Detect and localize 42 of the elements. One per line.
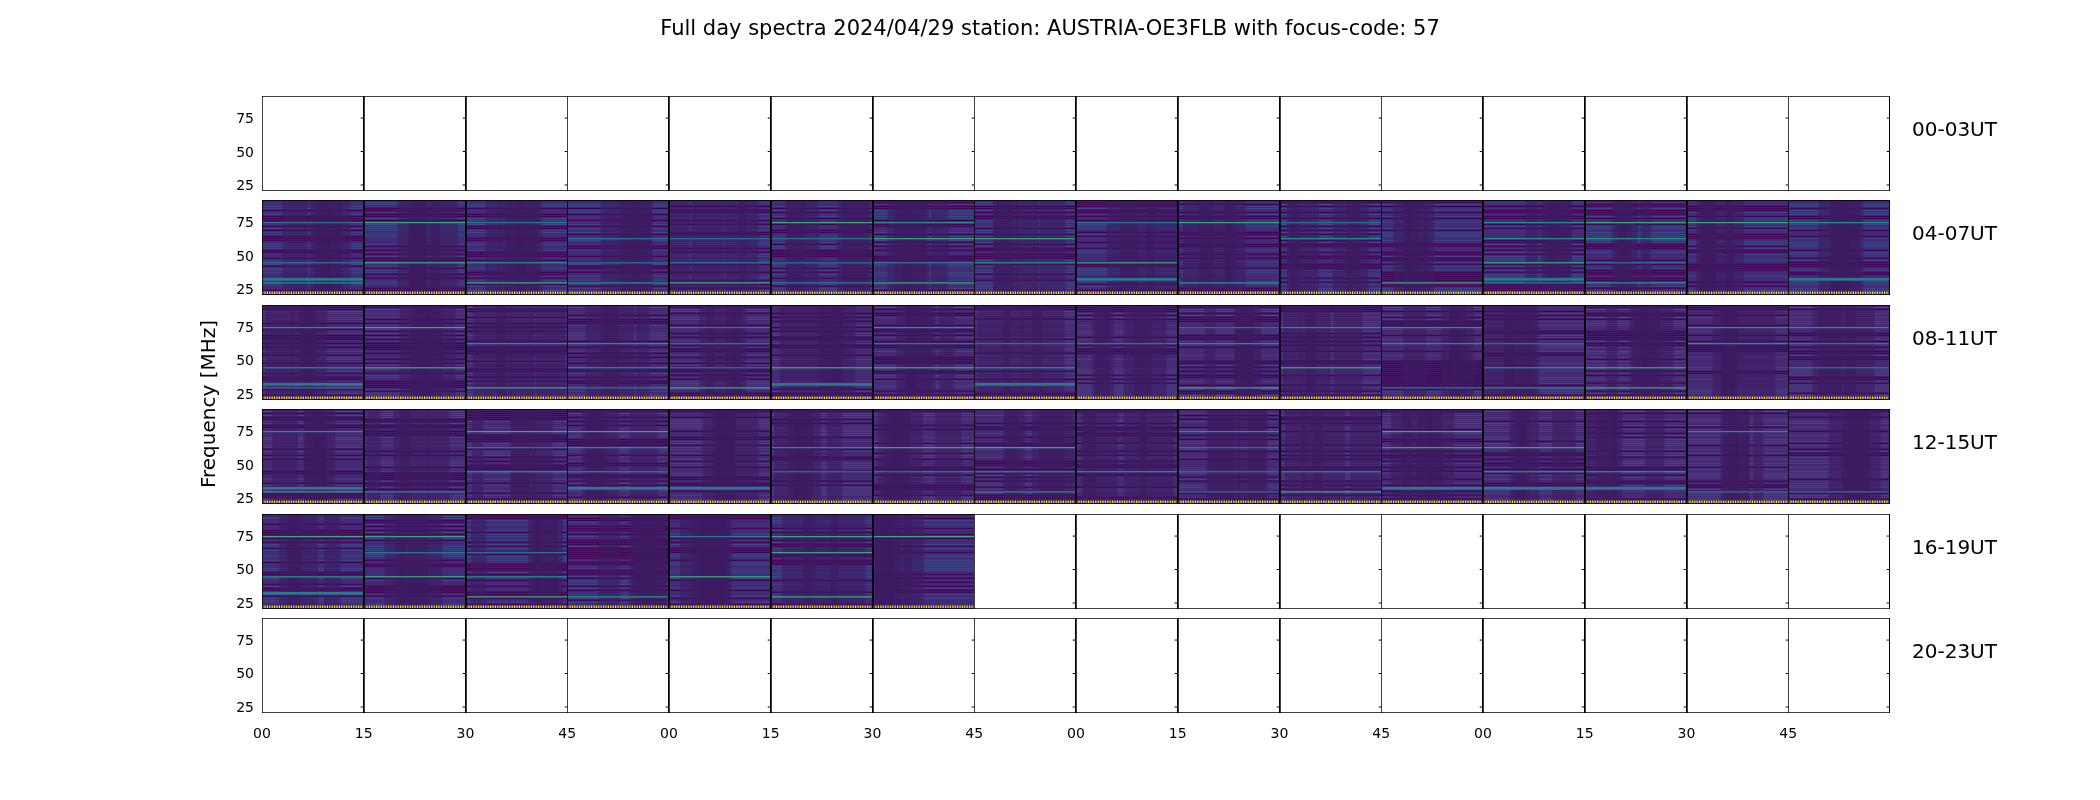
axis-tick-label: 45 bbox=[1779, 726, 1798, 741]
axis-tick-label: 00 bbox=[253, 726, 271, 741]
axis-tick-label: 75 bbox=[236, 215, 254, 230]
row-label: 04-07UT bbox=[1912, 221, 1997, 246]
axis-tick-label: 75 bbox=[236, 111, 254, 126]
axis-tick-label: 25 bbox=[236, 595, 254, 610]
axis-tick-label: 25 bbox=[236, 491, 254, 506]
row-label: 16-19UT bbox=[1912, 534, 1997, 559]
axis-tick-label: 75 bbox=[236, 424, 254, 439]
axis-tick-label: 30 bbox=[1677, 726, 1696, 741]
axis-tick-label: 50 bbox=[236, 666, 254, 681]
axis-tick-label: 75 bbox=[236, 528, 254, 543]
axis-label: Frequency [MHz] bbox=[195, 320, 221, 489]
axis-tick-label: 15 bbox=[354, 726, 373, 741]
axis-tick-label: 50 bbox=[236, 144, 254, 159]
axis-tick-label: 15 bbox=[761, 726, 780, 741]
row-label: 20-23UT bbox=[1912, 638, 1997, 663]
axis-tick-label: 75 bbox=[236, 319, 254, 334]
axis-tick-label: 30 bbox=[863, 726, 882, 741]
axis-tick-label: 50 bbox=[236, 248, 254, 263]
axis-tick-label: 15 bbox=[1168, 726, 1187, 741]
row-label: 08-11UT bbox=[1912, 325, 1997, 350]
axis-tick-label: 25 bbox=[236, 282, 254, 297]
axis-tick-label: 45 bbox=[965, 726, 984, 741]
axis-tick-label: 30 bbox=[456, 726, 475, 741]
axis-tick-label: 45 bbox=[1372, 726, 1391, 741]
chart-title: Full day spectra 2024/04/29 station: AUSTRIA-OE3FLB with focus-code: 57 bbox=[659, 15, 1441, 42]
axis-tick-label: 00 bbox=[1067, 726, 1085, 741]
axis-tick-label: 00 bbox=[1474, 726, 1492, 741]
axis-tick-label: 50 bbox=[236, 353, 254, 368]
axis-tick-label: 30 bbox=[1270, 726, 1289, 741]
axis-tick-label: 00 bbox=[660, 726, 678, 741]
axis-tick-label: 25 bbox=[236, 386, 254, 401]
axis-tick-label: 25 bbox=[236, 177, 254, 192]
axis-tick-label: 45 bbox=[558, 726, 577, 741]
axis-tick-label: 75 bbox=[236, 633, 254, 647]
row-label: 00-03UT bbox=[1912, 117, 1997, 141]
row-label: 12-15UT bbox=[1912, 430, 1997, 455]
axis-tick-label: 50 bbox=[236, 457, 254, 472]
axis-tick-label: 15 bbox=[1575, 726, 1594, 741]
axis-tick-label: 50 bbox=[236, 562, 254, 577]
axis-tick-label: 25 bbox=[236, 699, 254, 714]
